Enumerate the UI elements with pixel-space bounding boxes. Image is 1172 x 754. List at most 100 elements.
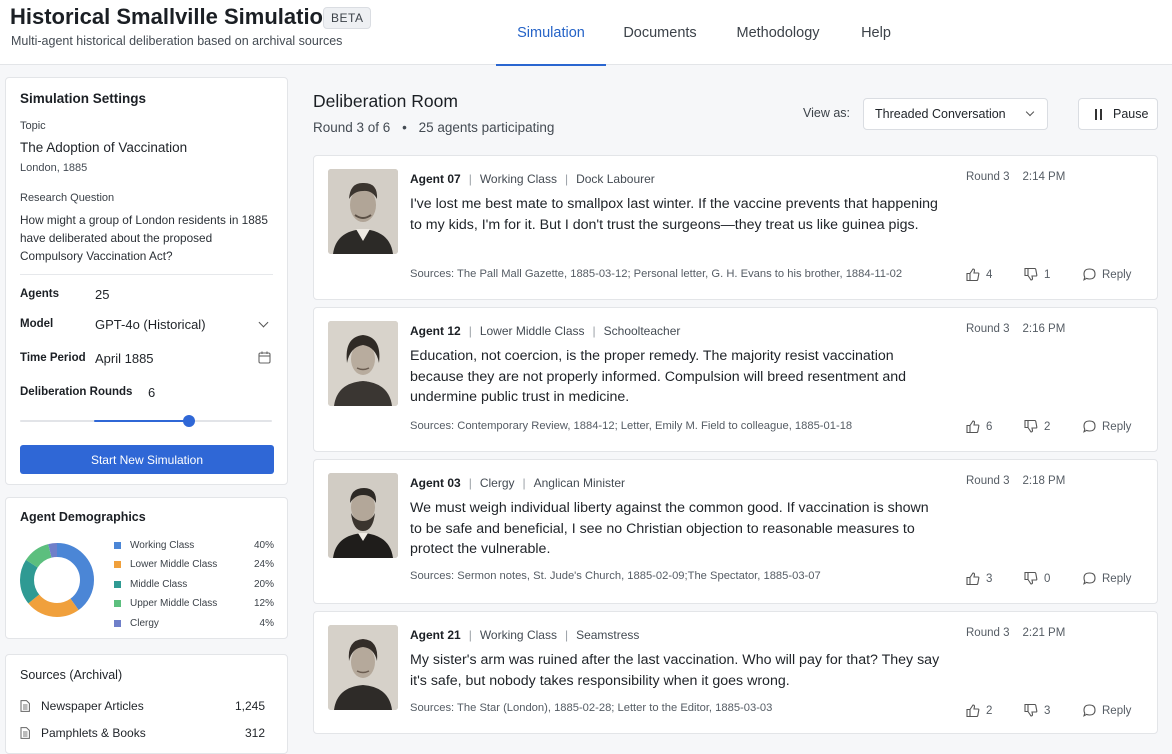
agent-class: Working Class (479, 628, 557, 642)
reply-button[interactable]: Reply (1083, 704, 1131, 717)
room-title: Deliberation Room (313, 91, 458, 111)
message-time: Round 3 2:21 PM (966, 627, 1065, 639)
research-question-text[interactable]: How might a group of London residents in… (20, 211, 270, 265)
sources-panel: Sources (Archival) Newspaper Articles 1,… (5, 654, 288, 754)
start-simulation-button[interactable]: Start New Simulation (20, 445, 274, 474)
chevron-down-icon[interactable] (258, 317, 269, 328)
rounds-label: Deliberation Rounds (20, 386, 133, 398)
source-row-pamphlets[interactable]: Pamphlets & Books 312 (20, 726, 275, 742)
message-timestamp: 2:14 PM (1022, 171, 1066, 183)
sources-heading: Sources (Archival) (20, 668, 123, 682)
reply-button[interactable]: Reply (1083, 572, 1131, 585)
like-button[interactable]: 6 (966, 420, 992, 433)
legend-label: Lower Middle Class (130, 559, 218, 570)
agent-name[interactable]: Agent 21 (410, 628, 461, 642)
reply-icon (1083, 704, 1096, 717)
pause-button[interactable]: Pause (1078, 98, 1158, 130)
agent-meta: Agent 07 | Working Class | Dock Labourer (410, 172, 655, 186)
agent-portrait (328, 169, 398, 254)
message-card: Agent 12 | Lower Middle Class | Schoolteache… (313, 307, 1158, 452)
tab-help[interactable]: Help (850, 0, 902, 65)
room-status: Round 3 of 6 • 25 agents participating (313, 120, 554, 135)
topic-value[interactable]: The Adoption of Vaccination (20, 140, 187, 155)
dislike-button[interactable]: 1 (1024, 268, 1050, 281)
message-card: Agent 03 | Clergy | Anglican Minister Round … (313, 459, 1158, 604)
source-row-newspapers[interactable]: Newspaper Articles 1,245 (20, 699, 275, 715)
message-round: Round 3 (966, 475, 1010, 487)
time-period-label: Time Period (20, 352, 86, 364)
legend-label: Working Class (130, 540, 195, 551)
reply-label: Reply (1102, 268, 1132, 281)
thumbs-up-icon (966, 420, 980, 433)
legend-swatch (114, 581, 121, 588)
thumbs-down-icon (1024, 268, 1038, 281)
message-text: Education, not coercion, is the proper r… (410, 348, 907, 405)
legend-label: Clergy (130, 618, 159, 629)
divider (20, 274, 273, 275)
agent-role: Seamstress (576, 628, 640, 642)
calendar-icon[interactable] (258, 351, 271, 364)
reply-button[interactable]: Reply (1083, 420, 1131, 433)
legend-percent: 4% (259, 618, 274, 629)
slider-handle[interactable] (182, 415, 195, 427)
source-label: Pamphlets & Books (41, 726, 146, 740)
thumbs-down-icon (1024, 704, 1038, 717)
like-button[interactable]: 2 (966, 704, 992, 717)
thumbs-down-icon (1024, 420, 1038, 433)
app-title: Historical Smallville Simulation (10, 4, 337, 29)
dislike-count: 3 (1044, 704, 1051, 717)
message-sources[interactable]: Sources: Contemporary Review, 1884-12; L… (410, 420, 852, 432)
agent-class: Working Class (479, 172, 557, 186)
view-mode-value: Threaded Conversation (875, 107, 1006, 121)
beta-badge: BETA (323, 7, 372, 29)
source-count: 312 (244, 726, 265, 740)
tab-methodology[interactable]: Methodology (726, 0, 830, 65)
message-card: Agent 07 | Working Class | Dock Labourer Rou… (313, 155, 1158, 300)
time-period-input[interactable]: April 1885 (95, 351, 154, 366)
slider-fill (94, 420, 189, 422)
simulation-settings-panel: Simulation Settings Topic The Adoption o… (5, 77, 288, 485)
settings-heading: Simulation Settings (20, 91, 147, 106)
dislike-button[interactable]: 3 (1024, 704, 1050, 717)
rounds-slider[interactable] (20, 415, 272, 427)
like-count: 6 (986, 420, 993, 433)
like-count: 4 (986, 268, 993, 281)
agent-name[interactable]: Agent 12 (410, 324, 461, 338)
legend-swatch (114, 620, 121, 627)
dislike-button[interactable]: 2 (1024, 420, 1050, 433)
agent-portrait (328, 321, 398, 406)
agent-meta: Agent 21 | Working Class | Seamstress (410, 628, 640, 642)
like-button[interactable]: 3 (966, 572, 992, 585)
tab-documents[interactable]: Documents (612, 0, 708, 65)
reply-icon (1083, 420, 1096, 433)
participants-count: 25 agents participating (418, 120, 555, 135)
research-question-label: Research Question (20, 192, 115, 204)
reply-label: Reply (1102, 572, 1132, 585)
agents-input[interactable]: 25 (95, 287, 109, 302)
model-select[interactable]: GPT-4o (Historical) (95, 317, 206, 332)
source-label: Newspaper Articles (41, 699, 144, 713)
reply-button[interactable]: Reply (1083, 268, 1131, 281)
agent-role: Anglican Minister (533, 476, 625, 490)
thumbs-up-icon (966, 704, 980, 717)
agent-name[interactable]: Agent 07 (410, 172, 461, 186)
dislike-count: 1 (1044, 268, 1051, 281)
message-sources[interactable]: Sources: The Star (London), 1885-02-28; … (410, 702, 772, 714)
like-count: 3 (986, 572, 993, 585)
like-button[interactable]: 4 (966, 268, 992, 281)
thumbs-up-icon (966, 572, 980, 585)
view-mode-select[interactable]: Threaded Conversation (863, 98, 1048, 130)
tab-simulation[interactable]: Simulation (496, 0, 606, 66)
pause-icon (1094, 109, 1104, 120)
dislike-button[interactable]: 0 (1024, 572, 1050, 585)
agent-meta: Agent 12 | Lower Middle Class | Schoolteache… (410, 324, 681, 338)
message-time: Round 3 2:18 PM (966, 475, 1065, 487)
model-label: Model (20, 318, 54, 330)
message-sources[interactable]: Sources: The Pall Mall Gazette, 1885-03-… (410, 268, 902, 280)
message-round: Round 3 (966, 323, 1010, 335)
agent-name[interactable]: Agent 03 (410, 476, 461, 490)
legend-swatch (114, 542, 121, 549)
demographics-heading: Agent Demographics (20, 510, 146, 524)
message-sources[interactable]: Sources: Sermon notes, St. Jude's Church… (410, 570, 821, 582)
message-text: I've lost me best mate to smallpox last … (410, 196, 938, 233)
